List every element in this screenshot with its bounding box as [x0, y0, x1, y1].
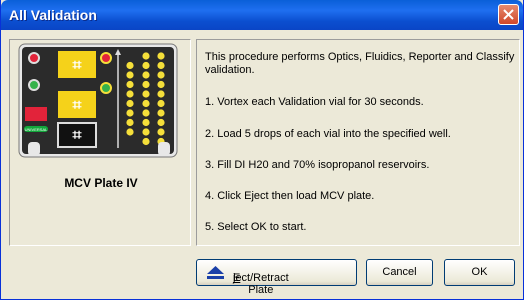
well-24 [126, 128, 134, 136]
figure-panel: UNIVERSAL ⌗ ⌗ ⌗ MCV Plate IV [9, 39, 191, 246]
well-4 [142, 61, 150, 70]
step-1: 1. Vortex each Validation vial for 30 se… [205, 96, 424, 108]
well-22 [142, 118, 150, 127]
well-27 [142, 137, 150, 146]
well-23 [157, 118, 165, 127]
plate-body [22, 47, 174, 154]
well-17 [157, 99, 165, 108]
step-5: 5. Select OK to start. [205, 221, 307, 233]
plate-foot-left [28, 142, 40, 156]
port-green-well [28, 79, 40, 91]
universal-badge-text: UNIVERSAL [25, 127, 48, 132]
well-16 [142, 99, 150, 108]
well-10 [142, 80, 150, 89]
well-3 [126, 61, 134, 70]
well-9 [126, 80, 134, 89]
well-12 [126, 90, 134, 98]
cancel-label: Cancel [382, 266, 417, 278]
procedure-description: This procedure performs Optics, Fluidics… [205, 51, 515, 76]
well-15 [126, 99, 134, 108]
well-20 [157, 109, 165, 117]
well-21 [126, 118, 134, 127]
red-block [25, 107, 47, 121]
well-6 [126, 71, 134, 79]
mcv-plate-image: UNIVERSAL ⌗ ⌗ ⌗ [18, 43, 178, 158]
ok-button[interactable]: OK [444, 259, 515, 286]
well-25 [142, 128, 150, 136]
plate-foot-right [158, 142, 170, 156]
well-7 [142, 71, 150, 79]
close-button[interactable] [498, 4, 519, 25]
reservoir-2-grid-icon: ⌗ [71, 95, 82, 114]
well-red [100, 52, 112, 64]
eject-icon [207, 266, 224, 279]
step-3: 3. Fill DI H20 and 70% isopropanol reser… [205, 159, 430, 171]
reservoir-1-grid-icon: ⌗ [71, 55, 82, 74]
eject-label-rest: ject/Retract Plate [233, 272, 289, 296]
well-19 [142, 109, 150, 117]
well-5 [157, 61, 165, 70]
reservoir-3-grid-icon: ⌗ [71, 125, 82, 144]
well-18 [126, 109, 134, 117]
step-2: 2. Load 5 drops of each vial into the sp… [205, 128, 451, 140]
port-red-well [28, 52, 40, 64]
instructions-panel: This procedure performs Optics, Fluidics… [196, 39, 520, 246]
well-26 [157, 128, 165, 136]
well-13 [142, 90, 150, 98]
well-14 [157, 90, 165, 98]
ok-label: OK [471, 266, 488, 278]
title-bar[interactable]: All Validation [1, 0, 523, 30]
well-1 [142, 52, 150, 60]
well-11 [157, 80, 165, 89]
well-2 [157, 52, 165, 60]
step-4: 4. Click Eject then load MCV plate. [205, 190, 375, 202]
plate-caption: MCV Plate IV [64, 176, 138, 190]
close-icon [503, 9, 514, 20]
cancel-button[interactable]: Cancel [366, 259, 433, 286]
well-8 [157, 71, 165, 79]
eject-retract-plate-button[interactable]: Eject/Retract Plate [196, 259, 357, 296]
dialog-window: All Validation UNIVERSAL ⌗ ⌗ ⌗ MCV Plate… [0, 0, 524, 300]
window-title: All Validation [9, 7, 97, 23]
well-green [100, 82, 112, 94]
